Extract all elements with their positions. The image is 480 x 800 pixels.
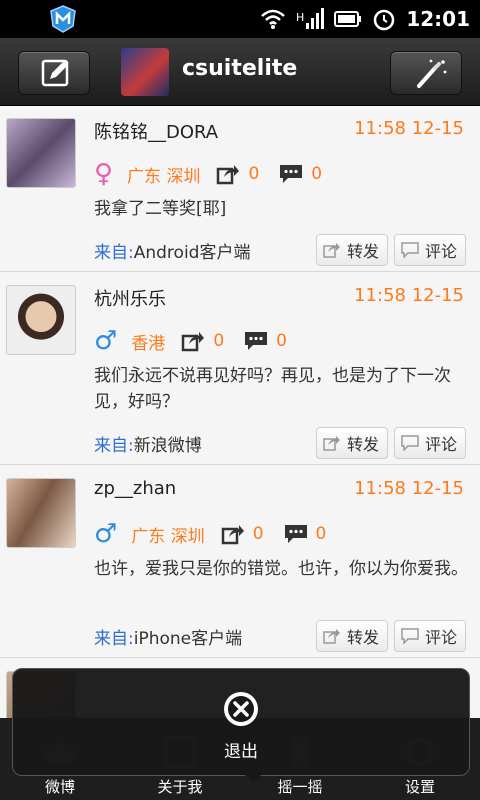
- popup-pointer: [243, 773, 263, 783]
- source-value: iPhone客户端: [133, 629, 243, 649]
- post-meta: ♀ 广东 深圳 0 0: [94, 160, 342, 188]
- forward-label: 转发: [347, 628, 380, 647]
- post-meta: ♂ 广东 深圳 0 0: [94, 520, 346, 548]
- tab-label: 微博: [44, 778, 75, 796]
- comment-outline-icon: [401, 628, 419, 644]
- repost-icon: [182, 332, 205, 352]
- gender-female-icon: ♀: [94, 159, 114, 189]
- tab-label: 设置: [404, 778, 435, 796]
- exit-popup: 退出: [12, 668, 470, 783]
- post-text: 我拿了二等奖[耶]: [94, 199, 227, 219]
- signal-icon: H: [296, 8, 325, 29]
- exit-label: 退出: [224, 742, 258, 762]
- post-meta: ♂ 香港 0 0: [94, 327, 307, 355]
- feed-item[interactable]: 陈铭铭__DORA 11:58 12-15 ♀ 广东 深圳 0 0 我拿了二等奖…: [0, 106, 480, 272]
- post-location: 香港: [131, 333, 166, 354]
- forward-button[interactable]: 转发: [316, 620, 388, 652]
- post-text: 也许，爱我只是你的错觉。也许，你以为你爱我。: [94, 559, 468, 579]
- svg-text:H: H: [296, 11, 304, 24]
- source-label: 来自:: [94, 243, 134, 263]
- tab-label: 摇一摇: [277, 778, 323, 796]
- status-bar: H 12:01: [0, 0, 480, 38]
- tab-about-me[interactable]: 关于我: [120, 776, 240, 797]
- post-author[interactable]: 杭州乐乐: [94, 285, 166, 311]
- forward-icon: [323, 243, 340, 258]
- magic-button[interactable]: [390, 51, 462, 95]
- comment-button[interactable]: 评论: [394, 234, 466, 266]
- comment-outline-icon: [401, 242, 419, 258]
- forward-icon: [323, 629, 340, 644]
- comment-label: 评论: [425, 242, 458, 261]
- repost-count: 0: [252, 524, 264, 544]
- repost-count: 0: [213, 331, 225, 351]
- post-author[interactable]: 陈铭铭__DORA: [94, 118, 218, 144]
- source-value: 新浪微博: [133, 436, 202, 456]
- username: csuitelite: [182, 56, 298, 81]
- comment-label: 评论: [425, 628, 458, 647]
- post-time: 11:58 12-15: [354, 478, 464, 499]
- battery-icon: [334, 11, 362, 27]
- avatar[interactable]: [6, 478, 76, 548]
- exit-button[interactable]: 退出: [201, 685, 281, 769]
- repost-icon: [217, 165, 240, 185]
- repost-count: 0: [248, 164, 260, 184]
- tab-settings[interactable]: 设置: [360, 776, 480, 797]
- feed-item[interactable]: 杭州乐乐 11:58 12-15 ♂ 香港 0 0 我们永远不说再见好吗？再见，…: [0, 273, 480, 465]
- post-location: 广东 深圳: [131, 526, 205, 547]
- avatar[interactable]: [6, 118, 76, 188]
- comment-icon: [280, 165, 303, 183]
- alarm-icon: [374, 9, 395, 31]
- wifi-icon: [261, 9, 286, 29]
- source-label: 来自:: [94, 629, 134, 649]
- post-source: 来自:iPhone客户端: [94, 624, 242, 649]
- comment-count: 0: [311, 164, 323, 184]
- repost-icon: [221, 525, 244, 545]
- post-text: 我们永远不说再见好吗？再见，也是为了下一次见，好吗？: [94, 366, 451, 412]
- magic-wand-icon: [417, 59, 447, 88]
- tab-weibo[interactable]: 微博: [0, 776, 120, 797]
- post-source: 来自:Android客户端: [94, 238, 250, 263]
- comment-label: 评论: [425, 435, 458, 454]
- post-author[interactable]: zp__zhan: [94, 478, 176, 499]
- forward-button[interactable]: 转发: [316, 427, 388, 459]
- comment-button[interactable]: 评论: [394, 620, 466, 652]
- gender-male-icon: ♂: [94, 519, 118, 549]
- forward-button[interactable]: 转发: [316, 234, 388, 266]
- source-value: Android客户端: [133, 243, 251, 263]
- comment-icon: [284, 525, 307, 543]
- avatar[interactable]: [6, 285, 76, 355]
- user-avatar[interactable]: [121, 48, 169, 96]
- post-time: 11:58 12-15: [354, 118, 464, 139]
- post-time: 11:58 12-15: [354, 285, 464, 306]
- title-bar: csuitelite: [0, 38, 480, 106]
- feed-item[interactable]: zp__zhan 11:58 12-15 ♂ 广东 深圳 0 0 也许，爱我只是…: [0, 466, 480, 658]
- compose-button[interactable]: [18, 51, 90, 95]
- post-source: 来自:新浪微博: [94, 431, 202, 456]
- comment-count: 0: [276, 331, 287, 351]
- comment-count: 0: [315, 524, 327, 544]
- tab-label: 关于我: [157, 778, 203, 796]
- comment-button[interactable]: 评论: [394, 427, 466, 459]
- close-circle-icon: [224, 692, 258, 726]
- forward-label: 转发: [347, 242, 380, 261]
- forward-label: 转发: [347, 435, 380, 454]
- source-label: 来自:: [94, 436, 134, 456]
- forward-icon: [323, 436, 340, 451]
- post-location: 广东 深圳: [127, 166, 201, 187]
- compose-icon: [41, 59, 69, 87]
- comment-icon: [245, 332, 268, 350]
- comment-outline-icon: [401, 435, 419, 451]
- gender-male-icon: ♂: [94, 326, 118, 356]
- status-time: 12:01: [406, 7, 470, 31]
- app-m-icon: [50, 5, 76, 33]
